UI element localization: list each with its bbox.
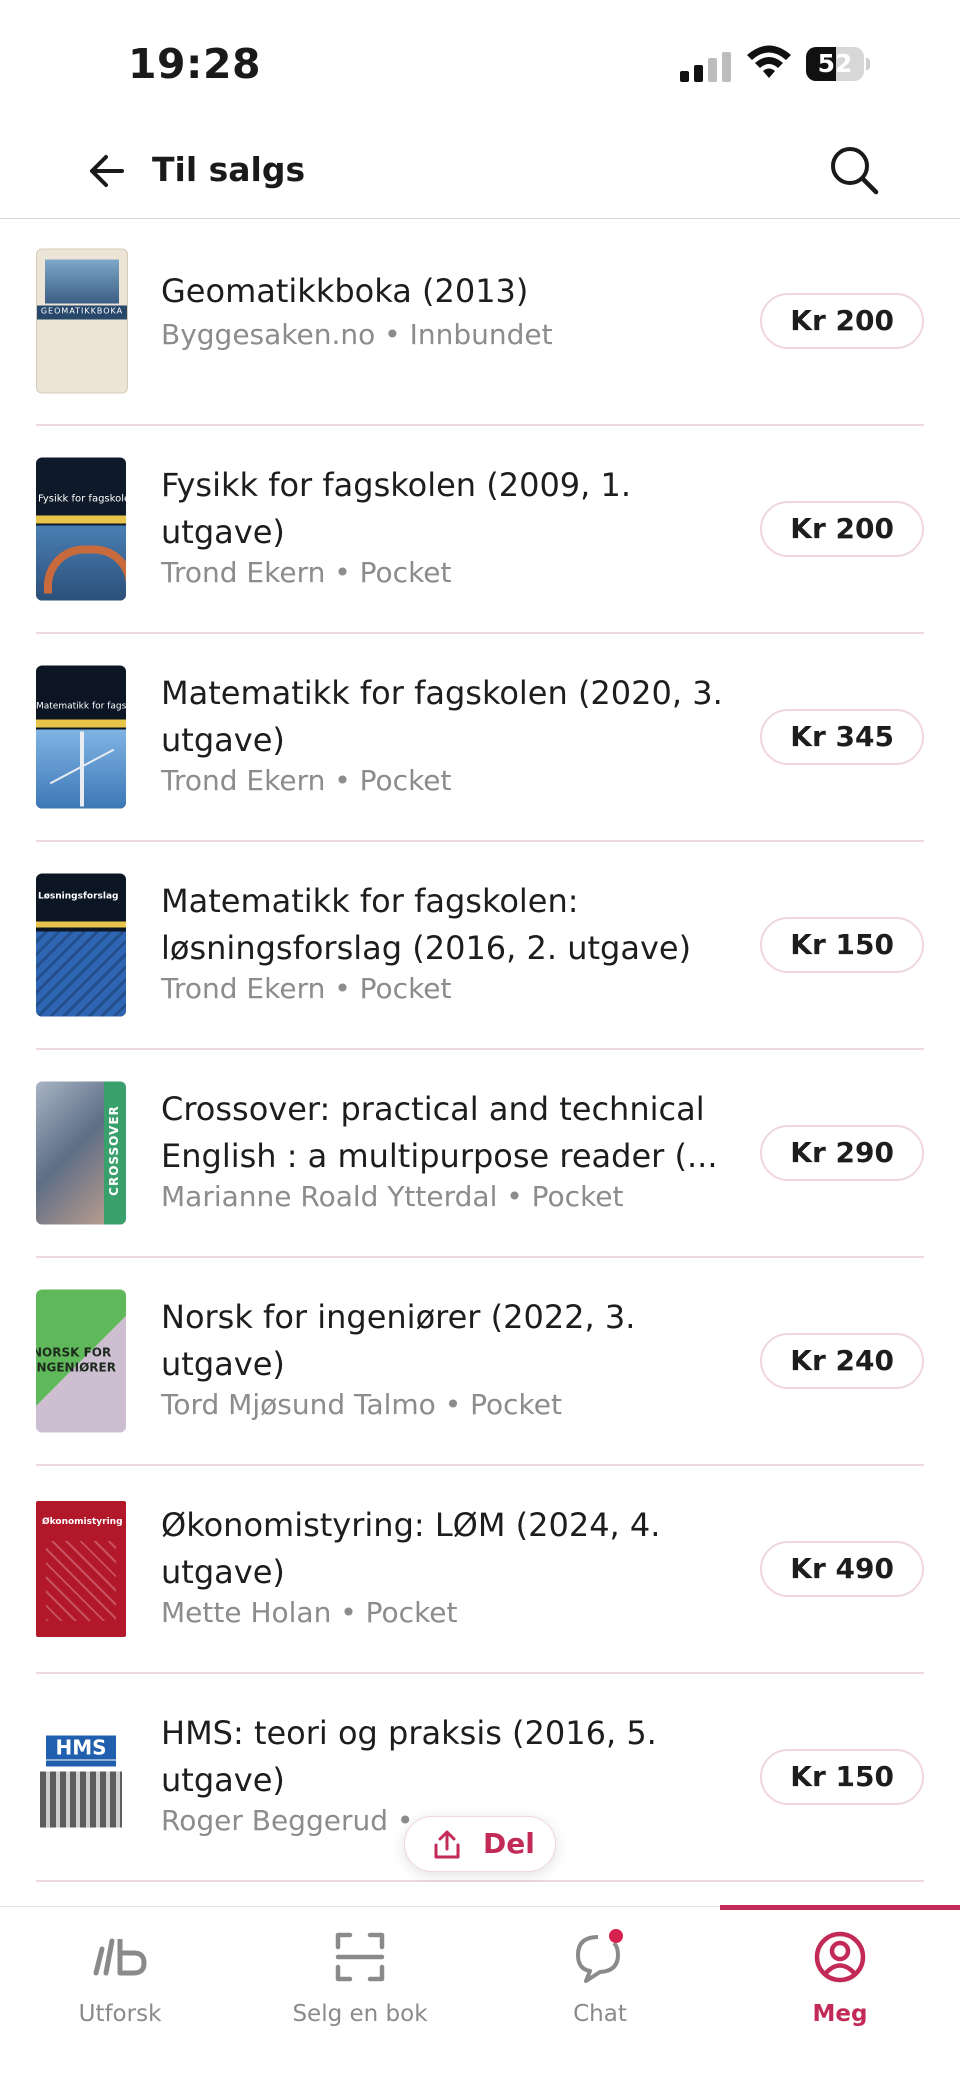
book-cover-image: HMS (36, 1705, 126, 1849)
tab-utforsk[interactable]: Utforsk (0, 1907, 240, 2047)
tab-chat[interactable]: Chat (480, 1907, 720, 2047)
list-item[interactable]: NORSK FOR INGENIØRER Norsk for ingeniøre… (36, 1258, 924, 1466)
price-badge: Kr 490 (760, 1541, 924, 1597)
status-clock: 19:28 (128, 40, 262, 88)
book-cover-image: NORSK FOR INGENIØRER (36, 1289, 126, 1433)
price-badge: Kr 150 (760, 1749, 924, 1805)
book-title: HMS: teori og praksis (2016, 5. utgave) (161, 1714, 657, 1799)
list-item[interactable]: CROSSOVER Crossover: practical and techn… (36, 1050, 924, 1258)
battery-icon: 52 (806, 47, 870, 81)
book-meta: Byggesaken.no • Innbundet (161, 318, 553, 351)
tab-label: Selg en bok (292, 2001, 428, 2027)
chat-icon (576, 1929, 623, 1983)
list-item[interactable]: GEOMATIKKBOKA Geomatikkboka (2013) Bygge… (36, 218, 924, 426)
search-icon[interactable] (826, 142, 882, 198)
cover-title: Økonomistyring (42, 1517, 123, 1527)
share-button[interactable]: Del (404, 1816, 556, 1872)
book-cover-image: Økonomistyring (36, 1501, 126, 1637)
price-badge: Kr 200 (760, 293, 924, 349)
cover-title: Løsningsforslag (38, 891, 119, 902)
tab-label: Meg (812, 2001, 868, 2027)
book-meta: Trond Ekern • Pocket (161, 972, 452, 1005)
list-item[interactable]: Fysikk for fagskolen Fysikk for fagskole… (36, 426, 924, 634)
tab-selg-en-bok[interactable]: Selg en bok (240, 1907, 480, 2047)
list-item[interactable]: Matematikk for fagskolen Matematikk for … (36, 634, 924, 842)
book-meta: Tord Mjøsund Talmo • Pocket (161, 1388, 562, 1421)
book-meta: Trond Ekern • Pocket (161, 556, 452, 589)
book-meta: Trond Ekern • Pocket (161, 764, 452, 797)
price-badge: Kr 240 (760, 1333, 924, 1389)
share-icon (434, 1830, 460, 1859)
cover-title: GEOMATIKKBOKA (40, 306, 124, 316)
book-cover-image: GEOMATIKKBOKA (36, 248, 128, 394)
book-title: Geomatikkboka (2013) (161, 272, 529, 310)
book-title: Matematikk for fagskolen: løsningsforsla… (161, 882, 692, 967)
book-title: Fysikk for fagskolen (2009, 1. utgave) (161, 466, 632, 551)
top-app-bar: Til salgs (0, 120, 960, 219)
book-meta: Marianne Roald Ytterdal • Pocket (161, 1180, 624, 1213)
book-cover-image: Løsningsforslag (36, 873, 126, 1017)
battery-level: 52 (817, 49, 853, 78)
lb-logo-icon (93, 1938, 147, 1976)
listing-list: GEOMATIKKBOKA Geomatikkboka (2013) Bygge… (0, 218, 960, 1882)
back-arrow-icon[interactable] (82, 146, 132, 196)
cover-title: HMS (46, 1735, 116, 1760)
tab-label: Utforsk (78, 2001, 162, 2027)
list-item[interactable]: Løsningsforslag Matematikk for fagskolen… (36, 842, 924, 1050)
price-badge: Kr 150 (760, 917, 924, 973)
price-badge: Kr 290 (760, 1125, 924, 1181)
book-meta: Mette Holan • Pocket (161, 1596, 458, 1629)
book-cover-image: Matematikk for fagskolen (36, 665, 126, 809)
status-bar: 19:28 52 (0, 0, 960, 120)
tab-label: Chat (573, 2001, 627, 2027)
book-cover-image: CROSSOVER (36, 1081, 126, 1225)
cover-title: NORSK FOR INGENIØRER (36, 1345, 116, 1375)
tab-meg[interactable]: Meg (720, 1905, 960, 2047)
book-title: Crossover: practical and technical Engli… (161, 1090, 718, 1175)
wifi-icon (747, 45, 791, 78)
cover-title: CROSSOVER (107, 1105, 121, 1196)
book-meta: Roger Beggerud • (161, 1804, 414, 1837)
book-title: Norsk for ingeniører (2022, 3. utgave) (161, 1298, 636, 1383)
book-title: Økonomistyring: LØM (2024, 4. utgave) (161, 1506, 661, 1591)
cover-title: Matematikk for fagskolen (36, 701, 126, 712)
book-title: Matematikk for fagskolen (2020, 3. utgav… (161, 674, 723, 759)
profile-icon (814, 1931, 866, 1983)
list-item[interactable]: Økonomistyring Økonomistyring: LØM (2024… (36, 1466, 924, 1674)
price-badge: Kr 345 (760, 709, 924, 765)
cellular-signal-icon (680, 50, 732, 82)
share-label: Del (483, 1827, 535, 1860)
price-badge: Kr 200 (760, 501, 924, 557)
book-cover-image: Fysikk for fagskolen (36, 457, 126, 601)
page-title: Til salgs (152, 150, 306, 189)
scan-icon (335, 1932, 385, 1982)
cover-title: Fysikk for fagskolen (38, 493, 126, 505)
bottom-tab-bar: Utforsk Selg en bok Chat Meg (0, 1905, 960, 2082)
